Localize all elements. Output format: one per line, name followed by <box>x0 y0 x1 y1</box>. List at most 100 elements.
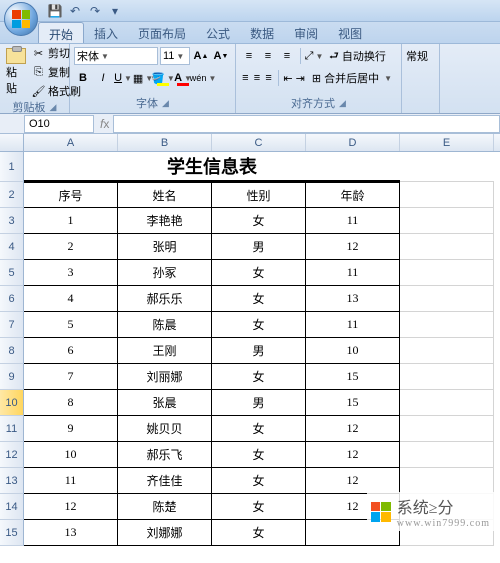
cell[interactable] <box>400 390 494 416</box>
cell[interactable]: 12 <box>306 468 400 494</box>
cell[interactable]: 11 <box>306 208 400 234</box>
redo-icon[interactable]: ↷ <box>88 4 102 18</box>
cell[interactable]: 陈楚 <box>118 494 212 520</box>
column-header[interactable]: C <box>212 134 306 151</box>
cell[interactable] <box>400 234 494 260</box>
alignment-launcher-icon[interactable]: ◢ <box>339 98 346 109</box>
cell[interactable]: 女 <box>212 312 306 338</box>
cell[interactable]: 13 <box>24 520 118 546</box>
office-button[interactable] <box>4 2 38 36</box>
cell[interactable]: 女 <box>212 416 306 442</box>
tab-data[interactable]: 数据 <box>240 22 284 43</box>
cell[interactable] <box>400 208 494 234</box>
table-header-cell[interactable]: 序号 <box>24 182 118 208</box>
italic-button[interactable]: I <box>94 69 112 87</box>
tab-formulas[interactable]: 公式 <box>196 22 240 43</box>
decrease-indent-button[interactable]: ⇤ <box>282 69 293 87</box>
row-header[interactable]: 14 <box>0 494 24 520</box>
cell[interactable]: 12 <box>306 442 400 468</box>
cell[interactable]: 男 <box>212 234 306 260</box>
cell[interactable]: 5 <box>24 312 118 338</box>
cell[interactable]: 2 <box>24 234 118 260</box>
column-header[interactable]: A <box>24 134 118 151</box>
row-header[interactable]: 15 <box>0 520 24 546</box>
table-header-cell[interactable]: 姓名 <box>118 182 212 208</box>
font-size-combo[interactable]: 11 ▼ <box>160 47 190 65</box>
align-left-button[interactable]: ≡ <box>240 69 251 87</box>
cell[interactable]: 齐佳佳 <box>118 468 212 494</box>
cell[interactable] <box>400 468 494 494</box>
bold-button[interactable]: B <box>74 69 92 87</box>
fx-icon[interactable]: fx <box>100 117 109 131</box>
table-header-cell[interactable]: 性别 <box>212 182 306 208</box>
cell[interactable] <box>400 442 494 468</box>
cell[interactable]: 郝乐飞 <box>118 442 212 468</box>
cell[interactable]: 13 <box>306 286 400 312</box>
row-header[interactable]: 6 <box>0 286 24 312</box>
row-header[interactable]: 2 <box>0 182 24 208</box>
table-title[interactable]: 学生信息表 <box>24 152 400 182</box>
cell[interactable]: 姚贝贝 <box>118 416 212 442</box>
column-header[interactable]: E <box>400 134 494 151</box>
cell[interactable]: 15 <box>306 364 400 390</box>
cell[interactable]: 女 <box>212 364 306 390</box>
paste-button[interactable]: 粘贴 <box>4 46 28 98</box>
align-right-button[interactable]: ≡ <box>263 69 274 87</box>
cell[interactable]: 12 <box>306 234 400 260</box>
column-header[interactable]: D <box>306 134 400 151</box>
align-middle-button[interactable]: ≡ <box>259 47 277 65</box>
undo-icon[interactable]: ↶ <box>68 4 82 18</box>
row-header[interactable]: 9 <box>0 364 24 390</box>
cell[interactable]: 郝乐乐 <box>118 286 212 312</box>
cell[interactable] <box>400 364 494 390</box>
cell[interactable]: 12 <box>24 494 118 520</box>
cell[interactable] <box>400 416 494 442</box>
align-top-button[interactable]: ≡ <box>240 47 258 65</box>
cell[interactable]: 女 <box>212 260 306 286</box>
cell[interactable] <box>400 260 494 286</box>
font-color-button[interactable]: A▼ <box>174 69 192 87</box>
cell[interactable]: 刘娜娜 <box>118 520 212 546</box>
cell[interactable]: 10 <box>306 338 400 364</box>
fill-color-button[interactable]: 🪣▼ <box>154 69 172 87</box>
cell[interactable]: 女 <box>212 468 306 494</box>
row-header[interactable]: 4 <box>0 234 24 260</box>
underline-button[interactable]: U▼ <box>114 69 132 87</box>
cell[interactable]: 女 <box>212 286 306 312</box>
row-header[interactable]: 10 <box>0 390 24 416</box>
row-header[interactable]: 8 <box>0 338 24 364</box>
column-header[interactable]: B <box>118 134 212 151</box>
tab-insert[interactable]: 插入 <box>84 22 128 43</box>
cell[interactable]: 李艳艳 <box>118 208 212 234</box>
row-header[interactable]: 1 <box>0 152 24 182</box>
cell[interactable]: 男 <box>212 338 306 364</box>
tab-review[interactable]: 审阅 <box>284 22 328 43</box>
cell[interactable]: 女 <box>212 208 306 234</box>
row-header[interactable]: 7 <box>0 312 24 338</box>
row-header[interactable]: 3 <box>0 208 24 234</box>
cell[interactable]: 6 <box>24 338 118 364</box>
cell[interactable]: 7 <box>24 364 118 390</box>
cell[interactable]: 11 <box>24 468 118 494</box>
cell[interactable]: 男 <box>212 390 306 416</box>
phonetic-button[interactable]: wén▼ <box>194 69 212 87</box>
cell[interactable] <box>400 152 494 182</box>
cell[interactable]: 女 <box>212 494 306 520</box>
qat-more-icon[interactable]: ▾ <box>108 4 122 18</box>
shrink-font-button[interactable]: A▼ <box>212 47 230 65</box>
name-box[interactable]: O10 <box>24 115 94 133</box>
orientation-button[interactable]: ⤢▼ <box>305 47 323 65</box>
tab-view[interactable]: 视图 <box>328 22 372 43</box>
cell[interactable] <box>400 338 494 364</box>
cell[interactable]: 张明 <box>118 234 212 260</box>
align-bottom-button[interactable]: ≡ <box>278 47 296 65</box>
cell[interactable]: 11 <box>306 260 400 286</box>
grow-font-button[interactable]: A▲ <box>192 47 210 65</box>
tab-page-layout[interactable]: 页面布局 <box>128 22 196 43</box>
border-button[interactable]: ▦▼ <box>134 69 152 87</box>
save-icon[interactable]: 💾 <box>48 4 62 18</box>
cell[interactable]: 孙冢 <box>118 260 212 286</box>
font-name-combo[interactable]: 宋体 ▼ <box>74 47 158 65</box>
align-center-button[interactable]: ≡ <box>252 69 263 87</box>
cell[interactable]: 女 <box>212 442 306 468</box>
